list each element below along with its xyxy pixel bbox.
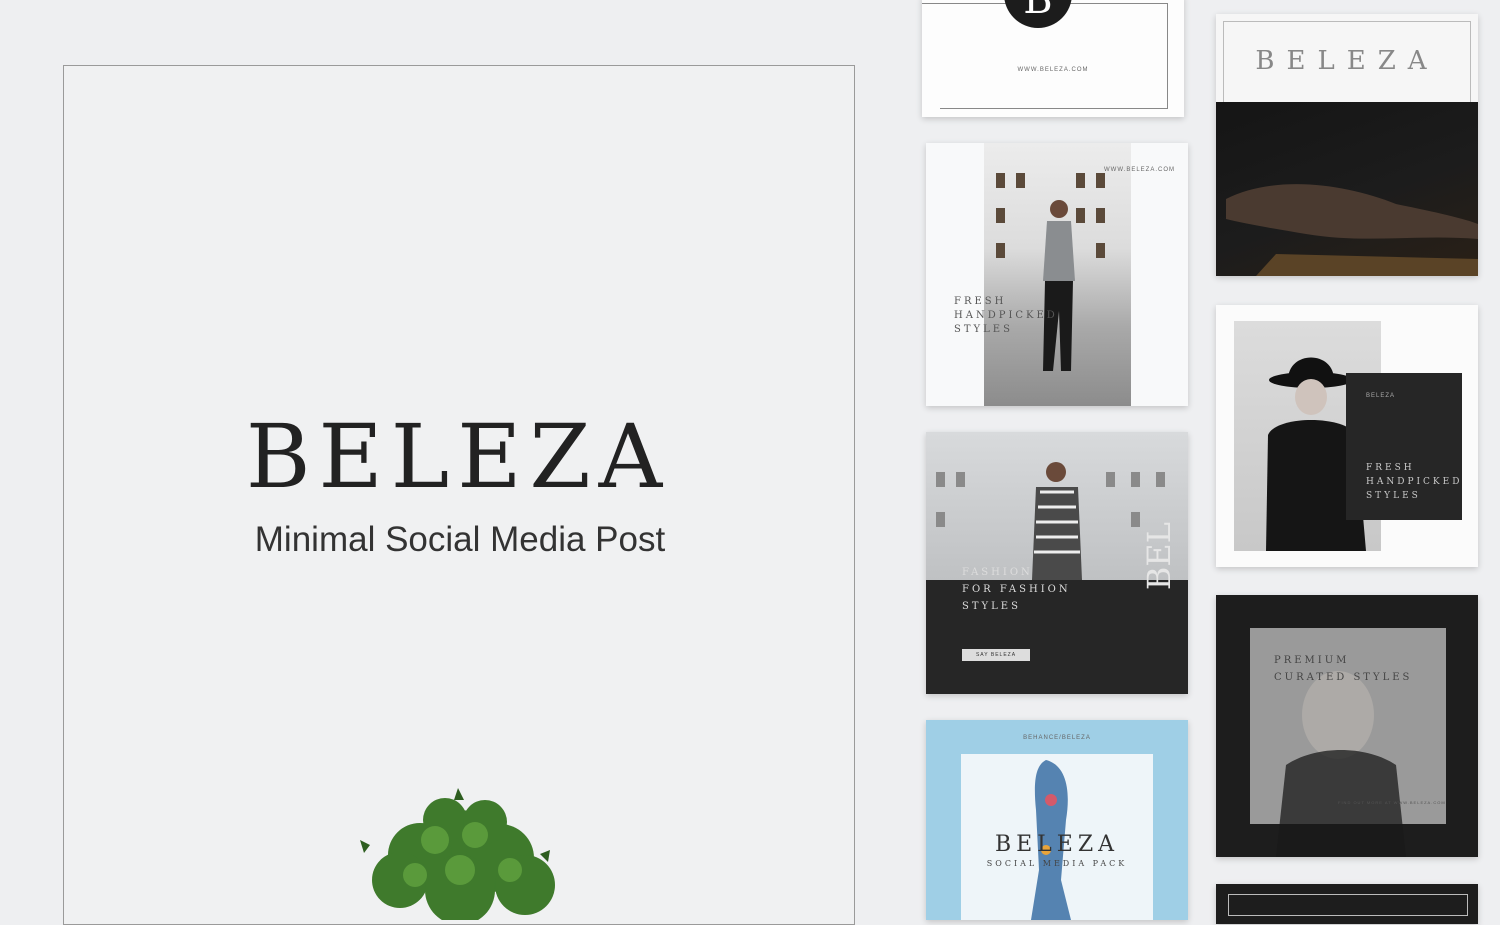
card-dark-photo: BELEZA [1216, 14, 1478, 276]
card-headline: FRESH HANDPICKED STYLES [954, 296, 1058, 335]
card-headline: FASHION FOR FASHION STYLES [962, 567, 1071, 612]
card-inner-border [1228, 894, 1468, 916]
card-footer: FIND OUT MORE AT WWW.BELEZA.COM [1338, 800, 1446, 805]
card-social-pack: BEHANCE/BELEZA BELEZA SOCIAL MEDIA PACK [926, 720, 1188, 920]
card-headline: PREMIUM CURATED STYLES [1274, 655, 1413, 683]
card-monogram: B WWW.BELEZA.COM [922, 0, 1184, 117]
figure-smile [1276, 671, 1406, 857]
card-label: BELEZA [1366, 393, 1396, 399]
card-fashion: FASHION FOR FASHION STYLES SAY BELEZA BE… [926, 432, 1188, 694]
card-url: WWW.BELEZA.COM [1017, 67, 1089, 73]
card-premium: PREMIUM CURATED STYLES FIND OUT MORE AT … [1216, 595, 1478, 857]
plant-icon [360, 788, 555, 920]
figure-lying [1226, 184, 1478, 276]
card-headline: FRESH HANDPICKED STYLES [1366, 463, 1463, 501]
figure-striped [1032, 462, 1082, 580]
poster-tagline: Minimal Social Media Post [254, 520, 666, 559]
card-brand: BELEZA [1255, 46, 1439, 76]
card-brand: BELEZA [994, 832, 1120, 857]
card-top-text: BEHANCE/BELEZA [1023, 735, 1091, 741]
card-sub: SOCIAL MEDIA PACK [986, 859, 1128, 868]
card-hat: BELEZA FRESH HANDPICKED STYLES [1216, 305, 1478, 567]
card-street: WWW.BELEZA.COM FRESH HANDPICKED STYLES [926, 143, 1188, 406]
figure-standing [1043, 200, 1075, 371]
poster-brand: BELEZA [245, 405, 671, 508]
card-bottom [1216, 884, 1478, 924]
card-url: WWW.BELEZA.COM [1104, 167, 1175, 173]
card-vertical-brand: BEL [1140, 522, 1178, 591]
card-button[interactable]: SAY BELEZA [962, 649, 1030, 661]
